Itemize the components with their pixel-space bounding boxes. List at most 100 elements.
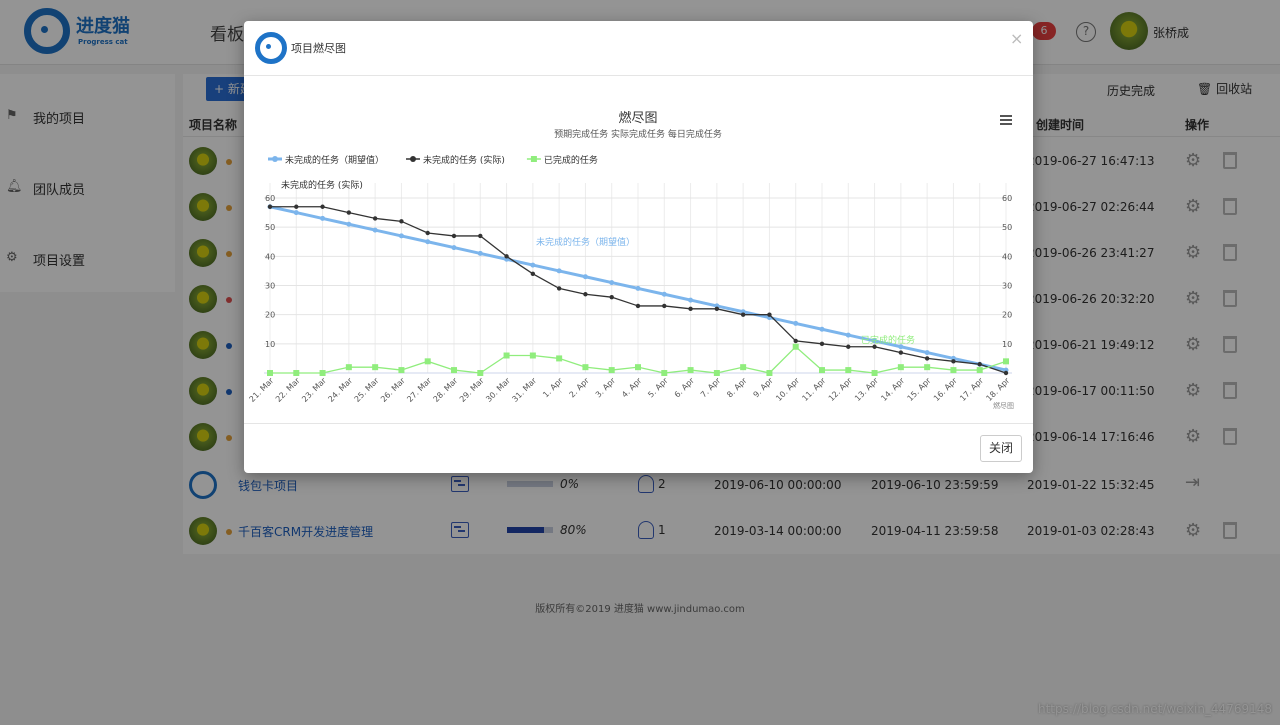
series-1-point-11 [556, 286, 562, 291]
series-1-point-18 [740, 312, 746, 317]
series-1-point-8 [478, 233, 483, 239]
x-tick-label-20: 10. Apr [774, 376, 801, 403]
y-tick-right-5: 60 [1002, 194, 1012, 203]
series-2-point-28 [1003, 358, 1009, 365]
chart-subtitle: 预期完成任务 实际完成任务 每日完成任务 [554, 128, 722, 140]
chart-menu-icon-bar-0 [1000, 115, 1012, 117]
series-1-point-13 [609, 294, 614, 300]
burndown-modal: 项目燃尽图 × 燃尽图 预期完成任务 实际完成任务 每日完成任务 未完成的任务（期望… [244, 21, 1033, 473]
series-2-point-24 [897, 364, 904, 371]
series-0-point-3 [346, 221, 352, 227]
series-2-point-1 [293, 370, 300, 376]
legend-marker-2 [530, 156, 537, 162]
y-tick-left-2: 30 [265, 282, 275, 291]
series-1-point-19 [767, 312, 772, 317]
series-1-point-17 [714, 306, 720, 312]
series-0-point-2 [320, 215, 326, 221]
modal-title: 项目燃尽图 [291, 42, 346, 55]
modal-header: 项目燃尽图 × [244, 21, 1033, 76]
y-tick-right-1: 20 [1002, 311, 1012, 320]
series-1-point-0 [267, 204, 273, 209]
series-2-point-27 [976, 367, 983, 374]
series-2-point-8 [477, 370, 484, 376]
x-tick-label-17: 7. Apr [699, 376, 723, 400]
series-1-point-15 [662, 303, 667, 309]
series-1-point-24 [898, 350, 904, 355]
y-tick-left-4: 50 [265, 223, 275, 232]
chart-menu-icon-bar-2 [1000, 123, 1012, 125]
series-2-point-11 [556, 355, 563, 362]
series-2-point-13 [608, 367, 615, 374]
x-tick-label-8: 29. Mar [458, 376, 486, 404]
series-1-point-12 [583, 292, 588, 297]
x-tick-label-25: 15. Apr [906, 376, 933, 403]
series-1-point-27 [977, 362, 982, 367]
y-tick-left-5: 60 [265, 194, 275, 203]
x-tick-label-0: 21. Mar [248, 376, 276, 404]
series-0-point-25 [924, 350, 930, 356]
series-label-completed: 已完成的任务 [861, 334, 915, 346]
y-tick-right-4: 50 [1002, 223, 1012, 232]
close-button[interactable]: 关闭 [980, 435, 1022, 462]
series-2-point-16 [687, 367, 694, 374]
y-tick-right-0: 10 [1002, 340, 1012, 349]
y-tick-right-2: 30 [1002, 282, 1012, 291]
x-tick-label-23: 13. Apr [853, 376, 880, 403]
x-tick-label-24: 14. Apr [879, 376, 906, 403]
series-1-point-9 [504, 254, 509, 259]
series-0-point-14 [635, 285, 641, 291]
series-1-point-25 [924, 356, 930, 361]
x-tick-label-15: 5. Apr [646, 376, 670, 400]
series-1-point-2 [320, 204, 325, 209]
series-2-point-19 [766, 370, 773, 376]
x-tick-label-16: 6. Apr [673, 376, 697, 400]
series-1-point-16 [688, 306, 693, 312]
x-tick-label-7: 28. Mar [432, 376, 460, 404]
series-1-point-10 [530, 271, 536, 277]
series-1-point-7 [451, 233, 457, 239]
burndown-chart: 燃尽图预期完成任务 实际完成任务 每日完成任务未完成的任务（期望值） 未完成的任务… [248, 110, 1014, 410]
series-1-point-1 [294, 204, 299, 209]
x-tick-label-11: 1. Apr [541, 376, 565, 400]
series-0-point-7 [451, 245, 457, 251]
x-tick-label-3: 24. Mar [326, 376, 354, 404]
x-tick-label-6: 27. Mar [405, 376, 433, 404]
series-1-point-28 [1003, 370, 1009, 376]
x-tick-label-28: 18. Apr [984, 376, 1011, 403]
series-1-point-4 [372, 216, 378, 221]
series-0-point-4 [372, 227, 378, 233]
series-2-point-5 [398, 367, 405, 374]
series-0-point-22 [845, 332, 851, 338]
y-tick-left-3: 40 [265, 252, 275, 261]
series-0-point-21 [819, 326, 825, 332]
series-2-point-26 [950, 367, 957, 374]
legend-item-1: 未完成的任务 (实际) [423, 154, 505, 166]
x-tick-label-5: 26. Mar [379, 376, 407, 404]
series-2-point-14 [635, 364, 641, 371]
series-2-point-22 [845, 367, 852, 374]
x-tick-label-14: 4. Apr [620, 376, 644, 400]
x-tick-label-13: 3. Apr [594, 376, 618, 400]
x-tick-label-1: 22. Mar [274, 376, 302, 404]
y-tick-left-0: 10 [265, 340, 275, 349]
series-1-point-21 [819, 341, 825, 347]
modal-footer-divider [244, 423, 1033, 424]
x-tick-label-18: 8. Apr [725, 376, 749, 400]
series-2-point-21 [819, 367, 825, 374]
series-0-point-11 [556, 268, 562, 274]
y-tick-right-3: 40 [1002, 252, 1012, 261]
series-2-point-20 [792, 343, 799, 350]
series-1-point-3 [346, 210, 352, 215]
x-tick-label-21: 11. Apr [800, 376, 827, 403]
x-tick-label-9: 30. Mar [484, 376, 512, 404]
series-2-point-2 [319, 370, 326, 376]
series-0-point-6 [425, 239, 431, 245]
series-2-point-0 [267, 370, 273, 376]
modal-close-icon[interactable]: × [1010, 29, 1023, 48]
series-2-point-10 [529, 352, 536, 359]
series-0-point-20 [793, 320, 799, 326]
series-2-point-12 [582, 364, 589, 371]
x-tick-label-10: 31. Mar [510, 376, 538, 404]
x-tick-label-12: 2. Apr [567, 376, 591, 400]
x-tick-label-27: 17. Apr [958, 376, 985, 403]
